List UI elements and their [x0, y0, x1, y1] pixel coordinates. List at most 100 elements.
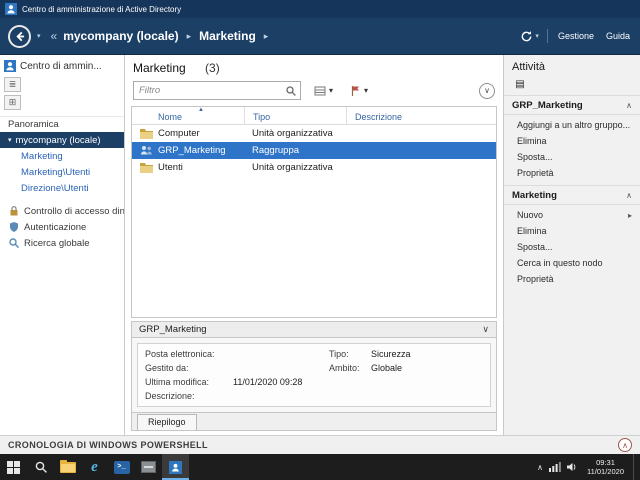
task-properties[interactable]: Proprietà [504, 165, 640, 181]
task-section-title: GRP_Marketing [512, 100, 583, 111]
task-new[interactable]: Nuovo ▸ [504, 207, 640, 223]
breadcrumb-levels-icon[interactable]: « [51, 29, 58, 43]
task-label: Cerca in questo nodo [517, 258, 603, 268]
task-section-title: Marketing [512, 190, 557, 201]
sidebar-item-marketing-utenti[interactable]: Marketing\Utenti [0, 164, 124, 180]
taskbar-powershell[interactable]: >_ [108, 454, 135, 480]
details-fields: Posta elettronica: Tipo: Sicurezza Gesti… [137, 343, 491, 407]
query-options-button[interactable]: ▾ [309, 81, 338, 100]
powershell-expand-icon[interactable]: ∧ [618, 438, 632, 452]
column-header-description[interactable]: Descrizione [346, 107, 496, 124]
collapse-section-icon[interactable]: ∧ [626, 191, 632, 200]
sort-asc-icon: ▲ [198, 107, 204, 113]
tasks-tool-icon[interactable]: ▤ [512, 77, 528, 91]
list-view-button[interactable]: ≣ [4, 77, 21, 92]
task-search-node[interactable]: Cerca in questo nodo [504, 255, 640, 271]
start-button[interactable] [0, 454, 27, 480]
details-header[interactable]: GRP_Marketing ∨ [131, 321, 497, 338]
details-pane: GRP_Marketing ∨ Posta elettronica: Tipo:… [131, 321, 497, 431]
sidebar-item-ricerca-globale[interactable]: Ricerca globale [0, 235, 124, 251]
breadcrumb-separator-icon[interactable]: ▸ [264, 31, 269, 42]
task-section-header[interactable]: GRP_Marketing ∧ [504, 96, 640, 115]
person-icon [172, 463, 179, 472]
breadcrumb-current[interactable]: Marketing [199, 29, 256, 43]
tab-riepilogo[interactable]: Riepilogo [137, 414, 197, 430]
object-list: ▲ Nome Tipo Descrizione Computer Unità o… [131, 106, 497, 318]
network-icon[interactable] [549, 462, 561, 472]
clock-date: 11/01/2020 [587, 467, 624, 476]
speaker-icon[interactable] [567, 462, 578, 472]
field-value: 11/01/2020 09:28 [233, 377, 303, 387]
task-delete[interactable]: Elimina [504, 223, 640, 239]
table-row-utenti[interactable]: Utenti Unità organizzativa [132, 159, 496, 176]
tray-chevron-icon[interactable]: ∧ [537, 463, 543, 472]
show-desktop-button[interactable] [633, 454, 637, 480]
powershell-history-bar[interactable]: CRONOLOGIA DI WINDOWS POWERSHELL ∧ [0, 435, 640, 454]
navigation-bar: ▾ « mycompany (locale) ▸ Marketing ▸ ▾ G… [0, 18, 640, 54]
task-move[interactable]: Sposta... [504, 239, 640, 255]
table-row-grp-marketing[interactable]: GRP_Marketing Raggruppa [132, 142, 496, 159]
task-label: Sposta... [517, 242, 553, 252]
sidebar-item-marketing[interactable]: Marketing [0, 148, 124, 164]
refresh-icon [522, 30, 532, 41]
task-add-to-group[interactable]: Aggiungi a un altro gruppo... [504, 117, 640, 133]
collapse-section-icon[interactable]: ∧ [626, 101, 632, 110]
field-spacer [329, 377, 371, 387]
sidebar-item-direzione-utenti[interactable]: Direzione\Utenti [0, 180, 124, 196]
refresh-button[interactable]: ▾ [520, 30, 539, 43]
ie-icon: e [91, 458, 98, 475]
sidebar-item-autenticazione[interactable]: Autenticazione [0, 219, 124, 235]
task-label: Elimina [517, 136, 547, 146]
taskbar: e >_ ∧ 09:31 11/01/2020 [0, 454, 640, 480]
taskbar-server-manager[interactable] [135, 454, 162, 480]
back-button[interactable] [8, 24, 31, 48]
table-row-computer[interactable]: Computer Unità organizzativa [132, 125, 496, 142]
field-value: Sicurezza [371, 349, 411, 359]
breadcrumb-root[interactable]: mycompany (locale) [63, 29, 178, 43]
filter-input[interactable] [134, 82, 300, 99]
refresh-dropdown-icon: ▾ [535, 33, 539, 40]
adac-icon [169, 460, 182, 474]
taskbar-clock[interactable]: 09:31 11/01/2020 [584, 458, 627, 477]
details-tab-strip: Riepilogo [131, 413, 497, 431]
sidebar-header: Centro di ammin... [0, 55, 124, 75]
task-delete[interactable]: Elimina [504, 133, 640, 149]
tree-expander-icon[interactable]: ▾ [8, 136, 12, 144]
task-label: Aggiungi a un altro gruppo... [517, 120, 631, 130]
collapse-details-icon[interactable]: ∨ [482, 324, 489, 335]
row-name: Computer [158, 128, 200, 139]
sidebar-item-mycompany[interactable]: ▾ mycompany (locale) [0, 132, 124, 148]
field-label: Gestito da: [145, 363, 189, 373]
breadcrumb-separator-icon: ▸ [186, 30, 192, 41]
row-type: Unità organizzativa [252, 128, 333, 139]
page-title: Marketing (3) [131, 59, 497, 81]
taskbar-adac-active[interactable] [162, 454, 189, 480]
column-header-name[interactable]: Nome [132, 107, 244, 124]
taskbar-internet-explorer[interactable]: e [81, 454, 108, 480]
sidebar-item-panoramica[interactable]: Panoramica [0, 116, 124, 132]
menu-manage[interactable]: Gestione [556, 29, 596, 43]
clock-time: 09:31 [596, 457, 615, 467]
task-section-header[interactable]: Marketing ∧ [504, 185, 640, 205]
details-title: GRP_Marketing [139, 324, 207, 335]
tree-view-button[interactable]: ⊞ [4, 95, 21, 110]
taskbar-file-explorer[interactable] [54, 454, 81, 480]
powershell-icon: >_ [113, 460, 130, 474]
nav-divider [546, 29, 548, 43]
list-header: ▲ Nome Tipo Descrizione [132, 107, 496, 125]
column-header-type[interactable]: Tipo [244, 107, 346, 124]
group-icon [141, 146, 152, 155]
sidebar-item-dynamic-access-control[interactable]: Controllo di accesso dina... [0, 203, 124, 219]
history-dropdown-icon[interactable]: ▾ [37, 32, 41, 40]
search-icon[interactable] [285, 85, 297, 97]
app-icon [5, 3, 17, 15]
expand-filter-icon[interactable]: ∨ [479, 82, 495, 99]
task-properties[interactable]: Proprietà [504, 271, 640, 287]
sidebar-item-label: Direzione\Utenti [21, 182, 89, 194]
taskbar-search-button[interactable] [27, 454, 54, 480]
scope-flag-button[interactable]: ▾ [346, 81, 373, 100]
menu-help[interactable]: Guida [604, 29, 632, 43]
task-move[interactable]: Sposta... [504, 149, 640, 165]
field-label: Tipo: [329, 349, 349, 359]
field-label: Ambito: [329, 363, 360, 373]
